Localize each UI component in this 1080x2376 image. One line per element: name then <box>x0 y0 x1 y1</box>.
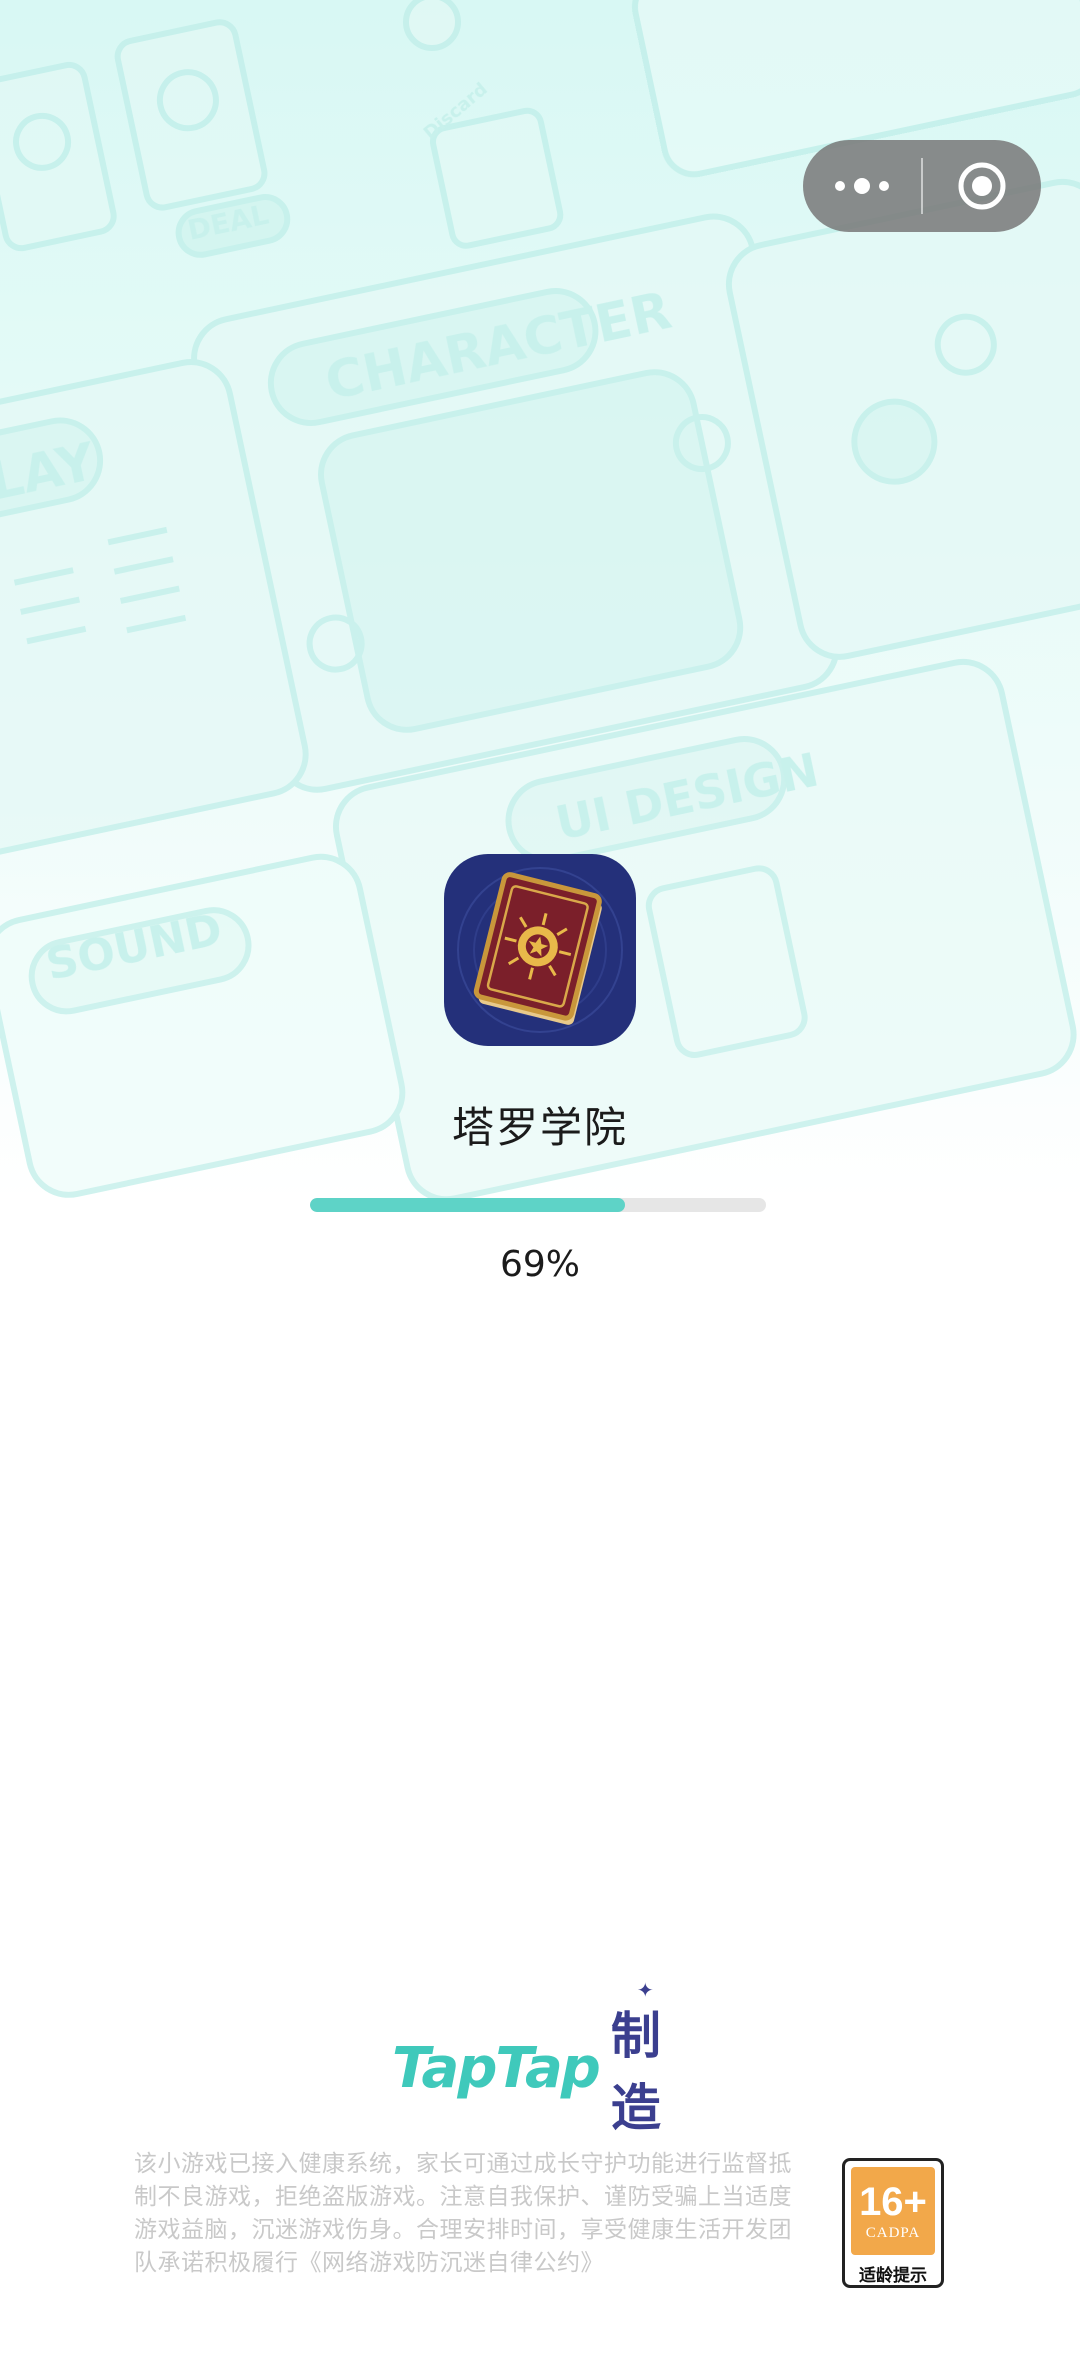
app-icon <box>444 854 636 1046</box>
loading-progress-bar <box>310 1198 766 1212</box>
brand-make-text: ✦ 制造 <box>610 1978 692 2140</box>
close-mini-program-button[interactable] <box>923 140 1041 232</box>
loading-progress-fill <box>310 1198 625 1212</box>
age-rating-org: CADPA <box>865 2224 921 2241</box>
app-title: 塔罗学院 <box>451 1103 628 1152</box>
age-rating-mark: 16+ CADPA <box>851 2167 935 2255</box>
more-dots-icon <box>835 178 889 194</box>
more-menu-button[interactable] <box>803 140 921 232</box>
mini-program-capsule <box>803 140 1041 232</box>
anti-addiction-notice: 该小游戏已接入健康系统，家长可通过成长守护功能进行监督抵制不良游戏，拒绝盗版游戏… <box>134 2151 792 2276</box>
sparkle-icon: ✦ <box>636 1978 654 2002</box>
age-rating-badge[interactable]: 16+ CADPA 适龄提示 <box>842 2158 944 2288</box>
brand-make-label: 制造 <box>610 2007 661 2137</box>
loading-progress-text: 69% <box>499 1244 580 1285</box>
target-circle-icon <box>958 162 1006 210</box>
tarot-book-icon <box>444 854 636 1046</box>
brand-taptap-text: TapTap <box>392 2035 601 2101</box>
age-rating-number: 16+ <box>859 2179 927 2224</box>
loading-screen: CHARACTER LAY UI DESIGN SOUND DEAL Disca… <box>0 0 1080 2376</box>
taptap-brand-logo: TapTap ✦ 制造 <box>392 1978 692 2137</box>
age-rating-caption: 适龄提示 <box>859 2266 927 2286</box>
